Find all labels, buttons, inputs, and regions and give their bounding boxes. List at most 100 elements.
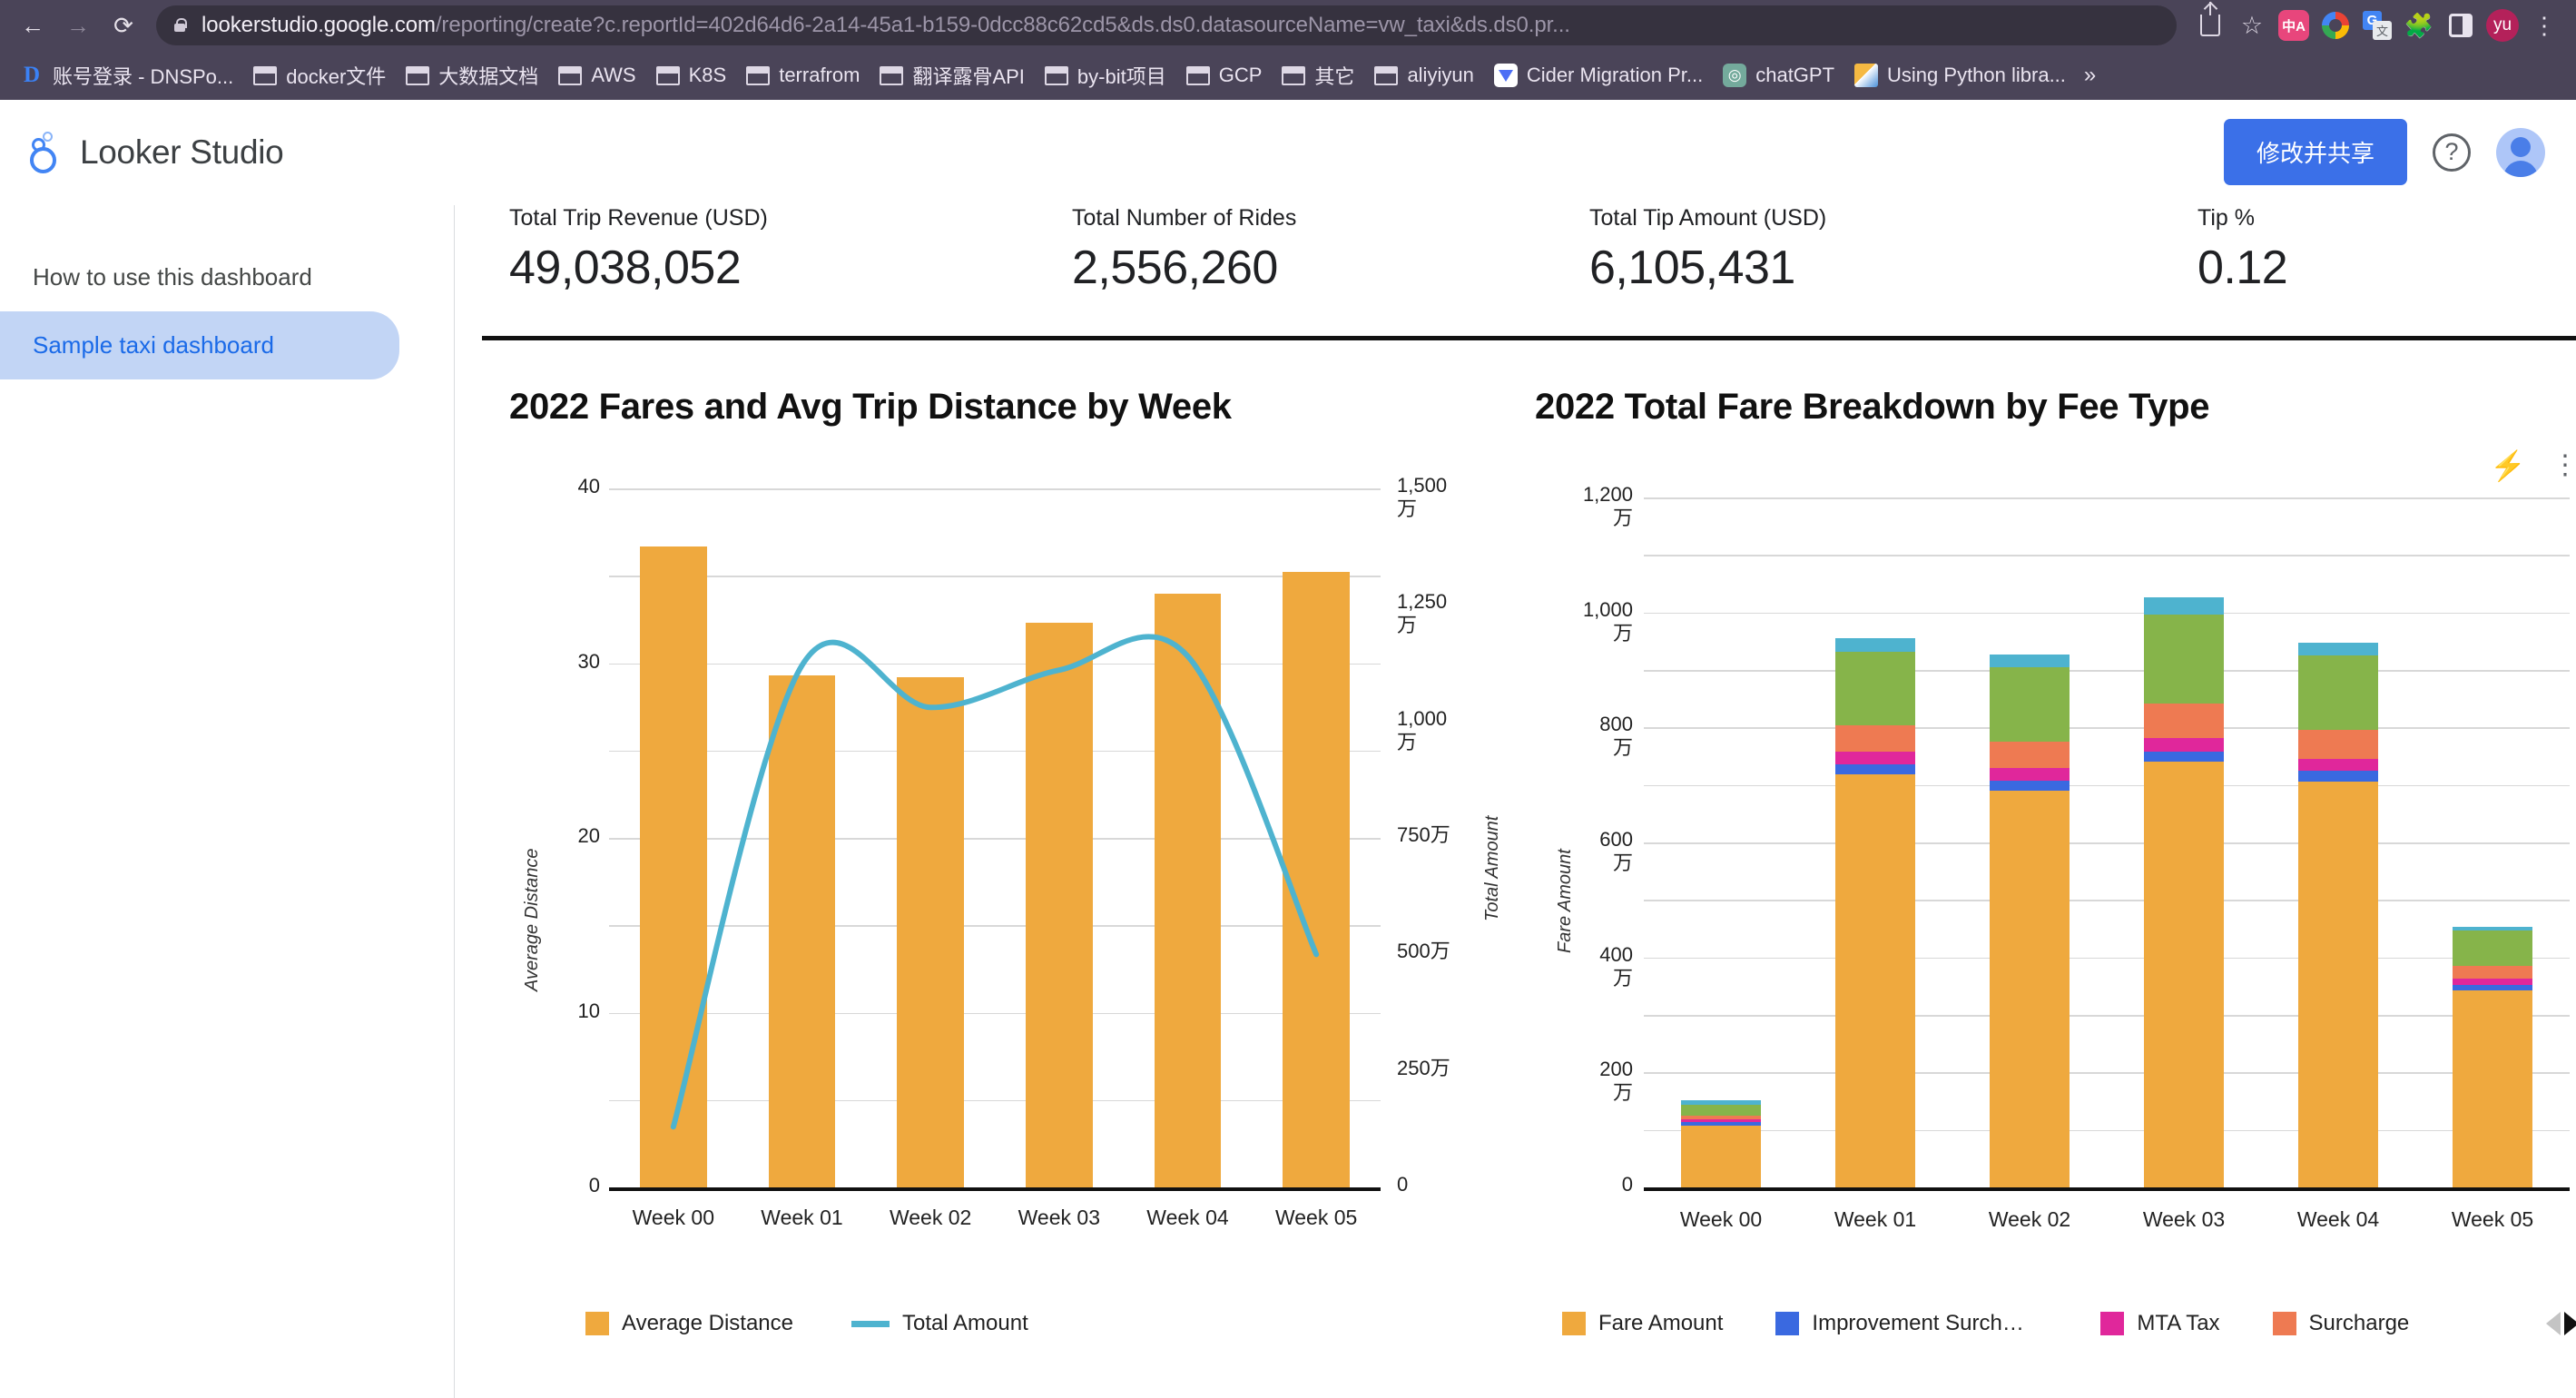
legend-item[interactable]: Surcharge: [2272, 1311, 2410, 1336]
bookmark-item[interactable]: 其它: [1273, 55, 1363, 95]
bookmark-item[interactable]: 翻译露骨API: [870, 55, 1033, 95]
scorecard[interactable]: Total Tip Amount (USD) 6,105,431: [1562, 205, 2170, 316]
stacked-bar-segment: [1680, 1125, 1762, 1187]
chart-panel-fare-breakdown[interactable]: 2022 Total Fare Breakdown by Fee Type ⚡ …: [1535, 387, 2576, 1398]
legend-paging-controls[interactable]: [2546, 1312, 2576, 1335]
legend-item[interactable]: Total Amount: [851, 1311, 1028, 1336]
brand[interactable]: Looker Studio: [27, 131, 284, 173]
side-panel-icon[interactable]: [2442, 6, 2480, 44]
stacked-bar-segment: [2297, 729, 2379, 759]
stacked-bar-segment: [2297, 655, 2379, 730]
translate-cn-extension-icon[interactable]: 中A: [2275, 6, 2313, 44]
gridline: [609, 750, 1381, 753]
folder-icon: [1185, 65, 1210, 85]
bookmark-item[interactable]: K8S: [647, 58, 736, 93]
stacked-bar-segment: [1989, 654, 2070, 667]
bookmark-item[interactable]: GCP: [1177, 58, 1272, 93]
bookmark-item[interactable]: docker文件: [244, 55, 395, 95]
more-options-kebab-icon[interactable]: ⋮: [2551, 452, 2576, 478]
x-axis-tick-label: Week 02: [1988, 1207, 2071, 1231]
stacked-bar-segment: [2297, 781, 2379, 1187]
bookmark-item[interactable]: AWS: [549, 58, 644, 93]
y-axis-title: Average Distance: [522, 848, 542, 992]
legend-item[interactable]: Average Distance: [585, 1311, 793, 1336]
stacked-bar-segment: [1680, 1118, 1762, 1122]
back-button[interactable]: ←: [13, 5, 53, 45]
scorecard[interactable]: Tip % 0.12: [2170, 205, 2533, 316]
folder-icon: [253, 65, 278, 85]
gridline: [1644, 842, 2570, 844]
legend-item[interactable]: Fare Amount: [1562, 1311, 1723, 1336]
y-axis-tick-label: 0: [588, 1174, 600, 1196]
folder-icon: [406, 65, 430, 85]
bar: [897, 676, 964, 1187]
bar: [1283, 572, 1350, 1187]
bookmark-label: 翻译露骨API: [912, 65, 1025, 88]
reload-button[interactable]: ⟳: [103, 5, 143, 45]
bookmark-star-icon[interactable]: ☆: [2233, 6, 2271, 44]
gridline: [609, 576, 1381, 577]
legend-next-arrow-icon[interactable]: [2564, 1312, 2576, 1335]
legend-item[interactable]: Improvement Surch…: [1775, 1311, 2048, 1336]
help-icon[interactable]: ?: [2433, 133, 2471, 172]
stacked-bar-segment: [2297, 771, 2379, 782]
x-axis-tick-label: Week 01: [761, 1206, 843, 1229]
extensions-puzzle-icon[interactable]: 🧩: [2400, 6, 2438, 44]
bookmarks-bar: D 账号登录 - DNSPo... docker文件 大数据文档 AWS K8S …: [0, 51, 2576, 100]
forward-button[interactable]: →: [58, 5, 98, 45]
url-host: lookerstudio.google.com: [202, 13, 436, 37]
bookmark-item[interactable]: ◎ chatGPT: [1714, 58, 1844, 93]
bookmark-item[interactable]: by-bit项目: [1036, 55, 1175, 95]
bar: [640, 546, 707, 1187]
share-icon[interactable]: [2191, 2, 2229, 44]
stacked-bar-segment: [2452, 966, 2533, 980]
x-axis-tick-label: Week 00: [632, 1206, 714, 1229]
browser-toolbar-icons: ☆ 中A G文 🧩 yu ⋮: [2191, 2, 2563, 44]
google-ring-extension-icon[interactable]: [2316, 6, 2355, 44]
x-axis-tick-label: Week 05: [1274, 1206, 1358, 1229]
chrome-menu-icon[interactable]: ⋮: [2525, 6, 2563, 44]
legend-swatch: [1562, 1312, 1586, 1335]
bookmark-label: GCP: [1218, 64, 1263, 86]
gridline: [1644, 900, 2570, 901]
cider-favicon: [1493, 64, 1518, 87]
folder-icon: [1282, 65, 1306, 85]
bookmark-item[interactable]: Using Python libra...: [1845, 58, 2075, 93]
bookmark-label: 其它: [1314, 65, 1355, 88]
y-axis-tick-label: 1,000 万: [1582, 597, 1633, 645]
y-axis-tick-label: 40: [577, 475, 600, 497]
scorecard[interactable]: Total Number of Rides 2,556,260: [1045, 205, 1562, 316]
chart-panel-fares-avg-distance[interactable]: 2022 Fares and Avg Trip Distance by Week…: [509, 387, 1502, 1398]
bookmarks-overflow-button[interactable]: »: [2077, 63, 2103, 88]
bookmark-item[interactable]: 大数据文档: [397, 55, 547, 95]
lightning-bolt-icon[interactable]: ⚡: [2490, 448, 2526, 483]
share-button[interactable]: 修改并共享: [2223, 119, 2407, 185]
y2-axis-tick-label: 1,500 万: [1397, 474, 1448, 520]
gridline: [609, 925, 1381, 927]
bookmark-item[interactable]: D 账号登录 - DNSPo...: [11, 55, 242, 95]
legend-prev-arrow-icon[interactable]: [2546, 1312, 2561, 1335]
legend-label: Surcharge: [2308, 1311, 2410, 1335]
bookmark-item[interactable]: aliyiyun: [1365, 58, 1482, 93]
y-axis-tick-label: 200 万: [1599, 1058, 1633, 1105]
avatar[interactable]: [2496, 127, 2545, 177]
gridline: [1644, 1129, 2570, 1132]
sidebar-item-how-to-use[interactable]: How to use this dashboard: [0, 243, 399, 311]
profile-avatar-yu[interactable]: yu: [2483, 6, 2522, 44]
stacked-bar-segment: [1680, 1105, 1762, 1116]
stacked-bar-segment: [1989, 742, 2070, 768]
bookmark-label: K8S: [688, 64, 727, 86]
bookmark-item[interactable]: Cider Migration Pr...: [1485, 58, 1712, 93]
sidebar-item-sample-taxi-dashboard[interactable]: Sample taxi dashboard: [0, 311, 399, 379]
legend-item[interactable]: MTA Tax: [2100, 1311, 2220, 1336]
bookmark-item[interactable]: terrafrom: [737, 58, 869, 93]
google-translate-extension-icon[interactable]: G文: [2358, 6, 2396, 44]
scorecard-value: 49,038,052: [509, 241, 742, 294]
stacked-bar-segment: [1834, 637, 1916, 653]
y-axis-title: Fare Amount: [1555, 848, 1575, 953]
scorecard[interactable]: Total Trip Revenue (USD) 49,038,052: [482, 205, 1045, 316]
address-bar[interactable]: lookerstudio.google.com/reporting/create…: [156, 5, 2177, 45]
gridline: [1644, 1072, 2570, 1074]
x-axis-tick-label: Week 04: [2296, 1207, 2380, 1231]
stacked-bar-segment: [2143, 737, 2225, 752]
